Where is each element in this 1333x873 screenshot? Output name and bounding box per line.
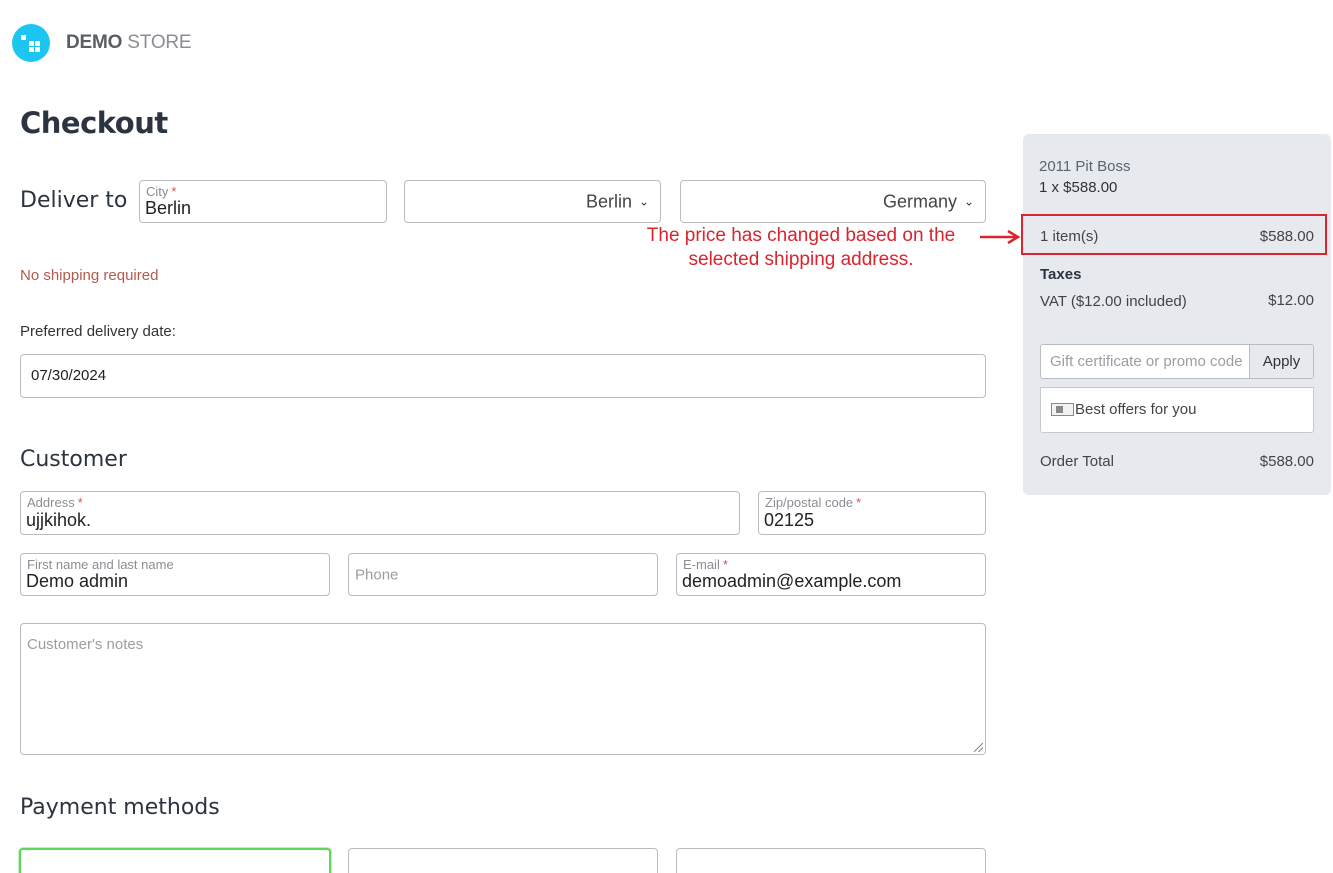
delivery-date-label: Preferred delivery date:	[20, 323, 176, 340]
chevron-down-icon: ⌄	[963, 193, 974, 208]
apply-promo-button[interactable]: Apply	[1249, 345, 1313, 378]
summary-product-name[interactable]: 2011 Pit Boss	[1039, 158, 1130, 175]
price-change-annotation: The price has changed based on the selec…	[646, 225, 956, 270]
taxes-heading: Taxes	[1040, 266, 1082, 283]
zip-field[interactable]: Zip/postal code * 02125	[758, 491, 986, 535]
phone-field[interactable]: Phone	[348, 553, 658, 596]
vat-label: VAT ($12.00 included)	[1040, 293, 1187, 310]
city-value: Berlin	[145, 198, 192, 218]
shipping-note: No shipping required	[20, 267, 159, 284]
promo-code-group: Gift certificate or promo code Apply	[1040, 344, 1314, 379]
payment-methods-heading: Payment methods	[20, 795, 220, 820]
annotation-arrow-icon	[980, 230, 1021, 244]
resize-handle-icon[interactable]	[974, 743, 983, 752]
customer-notes-textarea[interactable]: Customer's notes	[20, 623, 986, 755]
payment-method-option-2[interactable]	[348, 848, 658, 873]
email-field[interactable]: E-mail * demoadmin@example.com	[676, 553, 986, 596]
country-select[interactable]: Germany ⌄	[680, 180, 986, 223]
page-title: Checkout	[20, 106, 168, 140]
city-field[interactable]: City * Berlin	[139, 180, 387, 223]
delivery-date-input[interactable]: 07/30/2024	[20, 354, 986, 398]
address-field[interactable]: Address * ujjkihok.	[20, 491, 740, 535]
name-field[interactable]: First name and last name Demo admin	[20, 553, 330, 596]
order-summary: 2011 Pit Boss 1 x $588.00 1 item(s) $588…	[1021, 134, 1331, 495]
summary-quantity-price: 1 x $588.00	[1039, 179, 1118, 196]
city-select[interactable]: Berlin ⌄	[404, 180, 661, 223]
deliver-to-label: Deliver to	[20, 188, 128, 213]
store-logo[interactable]: DEMO STORE	[12, 24, 192, 62]
offers-image-icon	[1051, 403, 1074, 416]
customer-heading: Customer	[20, 447, 127, 472]
store-name: DEMO STORE	[66, 32, 192, 53]
items-subtotal-row: 1 item(s) $588.00	[1021, 214, 1327, 255]
best-offers-link[interactable]: Best offers for you	[1040, 387, 1314, 433]
order-total-label: Order Total	[1040, 453, 1114, 470]
items-subtotal-value: $588.00	[1259, 228, 1314, 245]
chevron-down-icon: ⌄	[638, 193, 649, 208]
payment-method-option-3[interactable]	[676, 848, 986, 873]
order-total-value: $588.00	[1259, 453, 1314, 470]
payment-method-option-1[interactable]	[19, 848, 331, 873]
promo-code-input[interactable]: Gift certificate or promo code	[1050, 353, 1250, 370]
vat-value: $12.00	[1268, 292, 1314, 309]
store-logo-icon	[12, 24, 50, 62]
